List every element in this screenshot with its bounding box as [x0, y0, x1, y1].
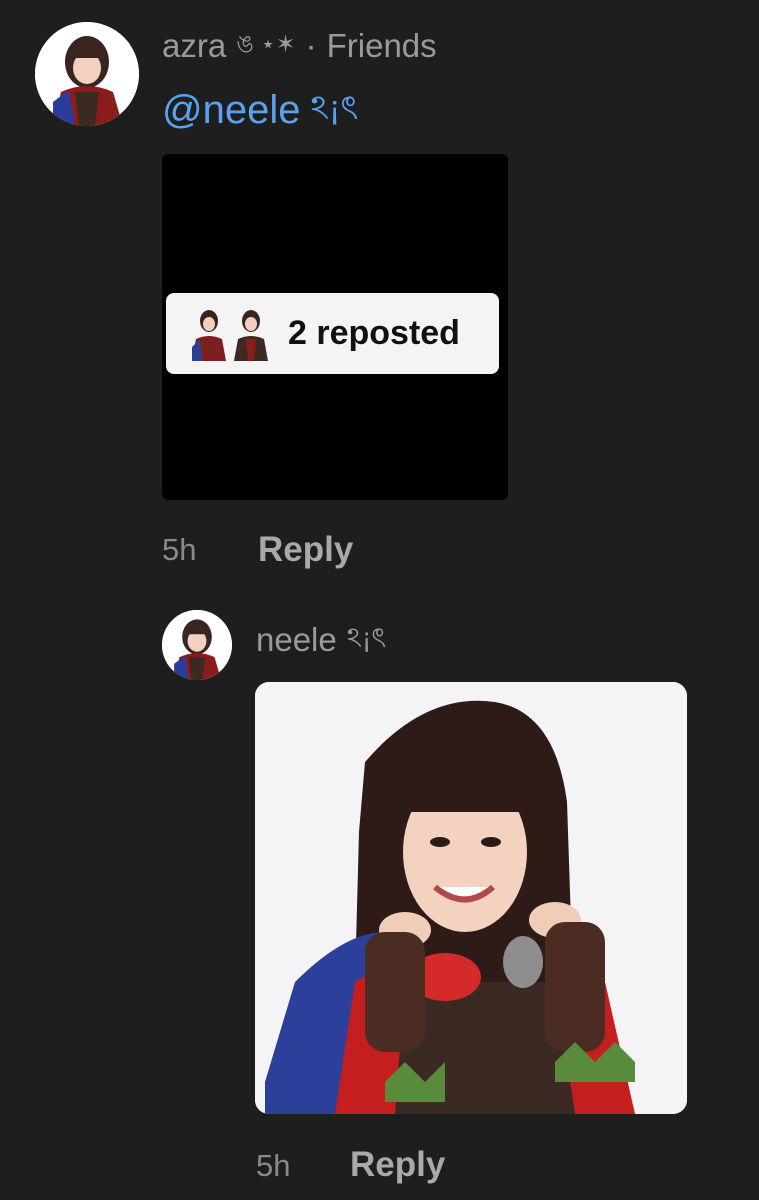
relation-badge: Friends	[326, 27, 437, 64]
repost-count-text: 2 reposted	[288, 314, 460, 352]
mention-username[interactable]: @neele	[162, 88, 300, 133]
avatar[interactable]	[162, 610, 232, 680]
repost-avatar-icon	[192, 309, 226, 361]
timestamp: 5h	[162, 532, 197, 567]
repost-avatar-icon	[234, 309, 268, 361]
reply-button[interactable]: Reply	[350, 1145, 445, 1185]
comment-header: neele ঽ¡ৎ	[256, 616, 386, 663]
avatar-photo-icon	[35, 22, 139, 126]
username[interactable]: neele	[256, 621, 337, 659]
comment-media[interactable]: 2 reposted	[162, 154, 508, 500]
comment-header: azra ঙ ⋆✶ · Friends	[162, 26, 437, 66]
repost-avatars	[190, 307, 270, 361]
comment-photo[interactable]	[255, 682, 687, 1114]
mention-decoration: ঽ¡ৎ	[310, 89, 359, 127]
mention[interactable]: @neele ঽ¡ৎ	[162, 82, 358, 139]
reply-button[interactable]: Reply	[258, 530, 353, 570]
name-decoration: ঙ ⋆✶	[236, 31, 296, 58]
timestamp: 5h	[256, 1148, 291, 1183]
avatar[interactable]	[35, 22, 139, 126]
name-decoration: ঽ¡ৎ	[346, 622, 387, 653]
username[interactable]: azra	[162, 27, 226, 65]
photo-icon	[255, 682, 687, 1114]
repost-pill: 2 reposted	[166, 293, 499, 374]
separator: ·	[305, 27, 317, 64]
avatar-photo-icon	[162, 610, 232, 680]
